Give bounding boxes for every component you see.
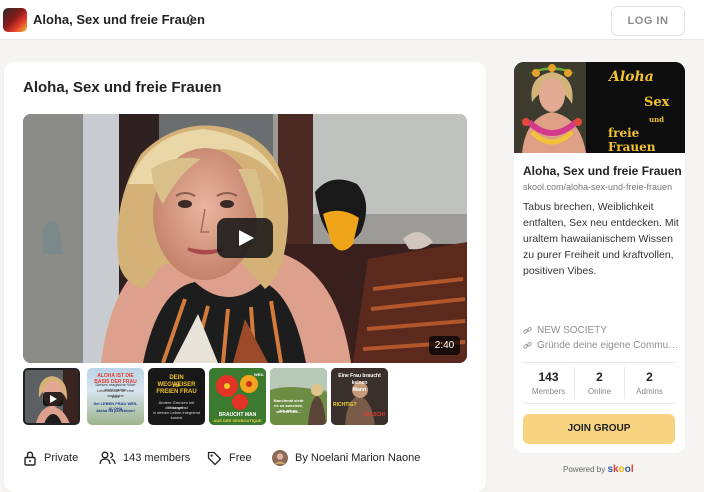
group-sidebar: Aloha Sex und freie Frauen Aloha, Sex un… [514,62,685,453]
lock-icon [24,450,36,466]
media-thumbnail-6[interactable]: Eine Frau braucht keinen Mann RICHTIG? F… [331,368,388,425]
thumbnail-text: Mann [352,387,367,393]
thumbnail-image [270,368,327,425]
stat-admins: 2 Admins [624,370,675,396]
group-banner: Aloha Sex und freie Frauen [514,62,685,153]
powered-by-label: Powered by [563,465,606,474]
video-duration-badge: 2:40 [429,336,460,355]
stat-online: 2 Online [574,370,625,396]
thumbnail-text: FALSCH! [363,412,386,418]
stat-value: 2 [596,370,603,384]
thumbnail-text: WEIL [254,372,264,377]
author-avatar[interactable] [272,450,288,466]
thumbnail-text: Aloha ist perfektion! [96,408,135,413]
thumbnail-text: RICHTIG? [333,402,357,408]
powered-by[interactable]: Powered by skool [563,464,634,475]
tag-icon [207,451,222,465]
members-info: 143 members [99,448,190,468]
sidebar-link-new-society[interactable]: NEW SOCIETY [523,323,607,337]
stat-label: Online [587,387,612,396]
privacy-info: Private [23,448,78,468]
stat-value: 2 [646,370,653,384]
divider [523,403,676,404]
thumbnail-text: wir mit uns... [276,409,301,414]
sidebar-link-create-community[interactable]: Gründe deine eigene Commu… [523,338,678,352]
divider [523,362,676,363]
video-play-button[interactable] [217,218,273,258]
stat-members: 143 Members [523,370,574,396]
members-count: 143 members [123,452,191,464]
banner-text: und [649,115,665,124]
thumbnail-text: AUS DER SEXBOUTIQUE [213,418,262,423]
author-info[interactable]: By Noelani Marion Naone [272,448,420,468]
price-info: Free [207,448,252,468]
sidebar-group-url[interactable]: skool.com/aloha-sex-und-freie-frauen [523,182,672,192]
media-thumbnail-2[interactable]: ALOHA IST DIE BASIS DER FRAU Dieses magi… [87,368,144,425]
media-thumbnail-4[interactable]: BRAUCHT MAN WEIL AUS DER SEXBOUTIQUE [209,368,266,425]
intro-video[interactable]: 2:40 [23,114,467,363]
sidebar-link-label[interactable]: Gründe deine eigene Commu… [537,340,678,351]
thumbnail-heading: Eine Frau braucht [338,373,381,379]
thumbnail-text: in deinen Leben integrierst kannst [152,410,201,420]
chevron-up-down-icon[interactable] [186,13,195,27]
sidebar-group-name: Aloha, Sex und freie Frauen [523,164,682,178]
stat-label: Members [531,387,566,396]
top-bar: Aloha, Sex und freie Frauen LOG IN [0,0,704,40]
media-thumbnail-3[interactable]: DEIN WEGWEISER zur FREIEN FRAU Ändere Gr… [148,368,205,425]
group-logo-thumbnail[interactable] [3,8,27,32]
media-thumbnail-5[interactable]: Manchmal sieht es so aussieht, als wären… [270,368,327,425]
media-thumbnail-1[interactable] [23,368,80,425]
sidebar-group-description: Tabus brechen, Weiblichkeit entfalten, S… [523,201,679,277]
about-card: Aloha, Sex und freie Frauen 2:40 ALOHA I… [4,62,486,492]
stat-label: Admins [636,387,663,396]
login-button[interactable]: LOG IN [611,6,685,36]
author-name[interactable]: By Noelani Marion Naone [295,452,420,464]
page-title: Aloha, Sex und freie Frauen [23,79,222,96]
skool-logo[interactable]: skool [607,464,633,475]
banner-text: Aloha [609,69,654,85]
stat-value: 143 [538,370,559,384]
link-icon [523,326,532,334]
sidebar-link-label[interactable]: NEW SOCIETY [537,325,607,336]
thumbnail-text: keinen [351,380,368,386]
thumbnail-play-icon [43,392,63,406]
price-label: Free [229,452,252,464]
privacy-label: Private [44,452,79,464]
banner-text: Sex [644,95,670,110]
group-title[interactable]: Aloha, Sex und freie Frauen [33,12,205,27]
link-icon [523,341,532,349]
banner-text: freie Frauen [608,126,656,153]
thumbnail-text: Welt [111,394,120,399]
join-group-button[interactable]: JOIN GROUP [523,414,675,444]
thumbnail-heading: FREIEN FRAU [156,389,197,395]
users-icon [99,451,116,465]
